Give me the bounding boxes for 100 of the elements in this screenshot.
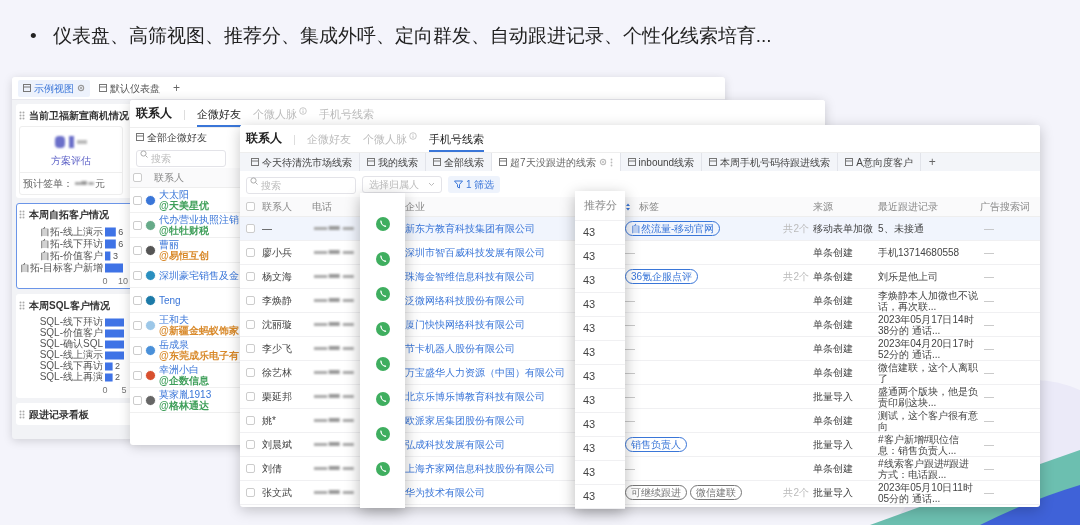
- avatar-icon: [145, 244, 156, 256]
- contact-name[interactable]: 王和夫: [159, 314, 239, 325]
- checkbox[interactable]: [246, 416, 255, 425]
- value-label: 6: [118, 238, 124, 249]
- view-tab[interactable]: 示例视图: [18, 79, 90, 97]
- drag-handle-icon[interactable]: [19, 209, 25, 219]
- search-field[interactable]: 搜索: [246, 177, 356, 194]
- view-tab[interactable]: A意向度客户: [838, 153, 921, 171]
- contact-name[interactable]: 代办营业执照注销: [159, 214, 239, 225]
- company-link[interactable]: 北京乐博乐博教育科技有限公司: [405, 389, 575, 404]
- checkbox[interactable]: [246, 320, 255, 329]
- checkbox[interactable]: [246, 224, 255, 233]
- company-link[interactable]: 欧派家居集团股份有限公司: [405, 413, 575, 428]
- drag-handle-icon[interactable]: [19, 409, 25, 419]
- category-label: SQL-确认SQL: [39, 337, 103, 349]
- checkbox[interactable]: [246, 488, 255, 497]
- empty-value: —: [983, 270, 995, 284]
- phone-icon[interactable]: [375, 392, 390, 406]
- empty-value: —: [625, 318, 635, 332]
- tab[interactable]: 企微好友: [197, 105, 241, 127]
- avatar-icon: [145, 319, 156, 331]
- checkbox[interactable]: [246, 440, 255, 449]
- value-label: 6: [118, 226, 124, 237]
- contact-name[interactable]: Teng: [159, 294, 181, 306]
- column-header: 推荐分: [583, 198, 617, 214]
- redacted-text: [73, 179, 95, 188]
- avatar-icon: [145, 269, 156, 281]
- checkbox[interactable]: [133, 270, 142, 280]
- column-header: 企业: [405, 200, 426, 214]
- checkbox[interactable]: [133, 345, 142, 355]
- phone-icon[interactable]: [375, 427, 390, 441]
- filter-button[interactable]: 1 筛选: [448, 175, 501, 193]
- contact-name[interactable]: 莫家胤1913: [159, 389, 212, 400]
- company-link[interactable]: 珠海金智维信息科技有限公司: [405, 269, 575, 284]
- view-tab[interactable]: inbound线索: [620, 153, 703, 171]
- checkbox[interactable]: [133, 295, 142, 305]
- checkbox[interactable]: [133, 245, 142, 255]
- redacted-text: [312, 296, 356, 305]
- company-link[interactable]: 上海齐家网信息科技股份有限公司: [405, 461, 575, 476]
- phone-icon[interactable]: [375, 287, 390, 301]
- add-tab-button[interactable]: +: [169, 79, 184, 97]
- checkbox[interactable]: [246, 272, 255, 281]
- view-tab[interactable]: 超7天没跟进的线索: [492, 153, 621, 171]
- contact-name[interactable]: 深圳豪宅销售及金: [159, 269, 239, 281]
- phone-icon[interactable]: [375, 252, 390, 266]
- checkbox[interactable]: [246, 248, 255, 257]
- checkbox[interactable]: [133, 220, 142, 230]
- company-link[interactable]: 厦门快快网络科技有限公司: [405, 317, 575, 332]
- checkbox[interactable]: [246, 344, 255, 353]
- view-tab[interactable]: 今天待清洗市场线索: [244, 153, 360, 171]
- phone-icon[interactable]: [375, 322, 390, 336]
- contact-name[interactable]: 岳成泉: [159, 339, 239, 350]
- phone-icon[interactable]: [375, 462, 390, 476]
- value-label: 2: [115, 360, 121, 371]
- category-label: SQL-线下拜访: [39, 315, 103, 327]
- drag-handle-icon[interactable]: [19, 110, 25, 120]
- view-icon: [709, 158, 718, 166]
- contact-name[interactable]: 幸洲小白: [159, 364, 209, 375]
- company-link[interactable]: 泛微网络科技股份有限公司: [405, 293, 575, 308]
- settings-icon[interactable]: [77, 84, 85, 92]
- checkbox[interactable]: [246, 464, 255, 473]
- checkbox[interactable]: [246, 368, 255, 377]
- company-link[interactable]: 弘成科技发展有限公司: [405, 437, 575, 452]
- empty-value: —: [625, 246, 635, 260]
- empty-value: —: [983, 414, 995, 428]
- view-tab[interactable]: 全部企微好友: [136, 129, 207, 145]
- bar: [105, 263, 123, 273]
- contact-name[interactable]: 曹丽: [159, 239, 209, 250]
- column-header: 来源: [813, 200, 834, 214]
- phone-icon[interactable]: [375, 357, 390, 371]
- company-link[interactable]: 万宝盛华人力资源（中国）有限公司: [405, 365, 575, 380]
- source-text: 单条创建: [813, 342, 854, 356]
- checkbox[interactable]: [246, 392, 255, 401]
- checkbox[interactable]: [246, 202, 255, 211]
- checkbox[interactable]: [133, 173, 142, 182]
- checkbox[interactable]: [133, 320, 142, 330]
- company-link[interactable]: 深圳市智百威科技发展有限公司: [405, 245, 575, 260]
- checkbox[interactable]: [133, 370, 142, 380]
- checkbox[interactable]: [246, 296, 255, 305]
- contact-name: 栗延邦: [262, 390, 293, 404]
- phone-icon[interactable]: [375, 217, 390, 231]
- score-value: 43: [583, 345, 596, 361]
- source-text: 单条创建: [813, 270, 854, 284]
- view-tab[interactable]: 我的线索: [360, 153, 426, 171]
- search-field[interactable]: 搜索: [136, 150, 226, 167]
- checkbox[interactable]: [133, 195, 142, 205]
- drag-handle-icon[interactable]: [19, 300, 25, 310]
- view-tab[interactable]: 默认仪表盘: [94, 79, 165, 97]
- company-link[interactable]: 新东方教育科技集团有限公司: [405, 221, 575, 236]
- company-link[interactable]: 节卡机器人股份有限公司: [405, 341, 575, 356]
- settings-icon[interactable]: [598, 158, 607, 166]
- checkbox[interactable]: [133, 395, 142, 405]
- contact-name[interactable]: 大太阳: [159, 189, 209, 200]
- followup-text: 微信建联，这个人离职了: [878, 361, 979, 384]
- source-text: 批量导入: [813, 438, 854, 452]
- view-tab[interactable]: 本周手机号码待跟进线索: [702, 153, 839, 171]
- company-link[interactable]: 华为技术有限公司: [405, 485, 575, 500]
- headline-text: 仪表盘、高筛视图、推荐分、集成外呼、定向群发、自动跟进记录、个性化线索培育...: [52, 24, 772, 48]
- add-view-button[interactable]: +: [920, 153, 944, 171]
- avatar-icon: [145, 194, 156, 206]
